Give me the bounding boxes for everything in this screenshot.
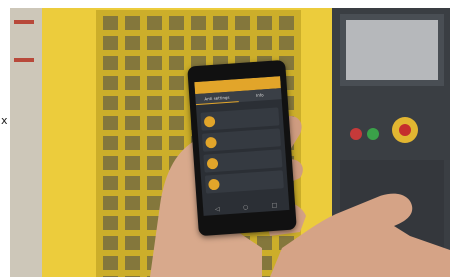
power-icon — [203, 115, 216, 128]
phone-screen: Anti settings Info ◁ ○ □ — [194, 76, 290, 216]
menu-item-2[interactable] — [201, 128, 281, 152]
menu-item-3[interactable] — [203, 149, 283, 173]
recent-apps-icon[interactable]: □ — [271, 202, 277, 209]
home-icon[interactable]: ○ — [243, 204, 249, 211]
menu-item-4[interactable] — [204, 170, 284, 194]
power-icon — [206, 157, 219, 169]
smartphone: Anti settings Info ◁ ○ □ — [187, 59, 297, 237]
phone-body: Anti settings Info ◁ ○ □ — [187, 59, 297, 237]
menu-item-1[interactable] — [200, 107, 280, 131]
back-icon[interactable]: ◁ — [215, 206, 220, 213]
stray-label: x — [1, 114, 8, 127]
power-icon — [205, 136, 217, 149]
machine-icon — [208, 178, 220, 190]
android-nav-bar: ◁ ○ □ — [203, 201, 289, 214]
